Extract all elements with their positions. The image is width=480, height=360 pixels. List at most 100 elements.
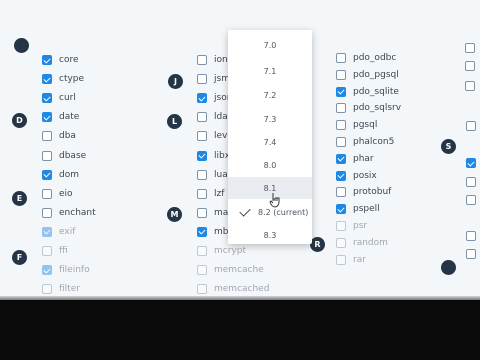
extension-item[interactable]: rar	[336, 252, 366, 268]
extension-checkbox[interactable]	[197, 55, 207, 65]
extension-item[interactable]: memcache	[197, 262, 264, 278]
extension-label: fileinfo	[59, 265, 90, 276]
extension-label: mcrypt	[214, 246, 246, 256]
extension-checkbox[interactable]	[336, 170, 346, 181]
extension-checkbox[interactable]	[197, 265, 207, 276]
version-option[interactable]: 7.0	[228, 34, 312, 56]
hand-pointer-icon	[269, 193, 280, 208]
group-letter-d: D	[12, 113, 27, 128]
extension-checkbox[interactable]	[336, 221, 346, 231]
extension-checkbox[interactable]	[336, 120, 346, 131]
extension-checkbox[interactable]	[197, 284, 207, 295]
extension-checkbox[interactable]	[336, 86, 346, 97]
extension-label: protobuf	[353, 187, 392, 198]
screen: D E F core ctype curl date dba dbase dom eio enc…	[0, 0, 480, 308]
group-letter-s: S	[441, 139, 456, 154]
extension-item[interactable]: ffi	[42, 243, 68, 259]
extension-label: dba	[59, 131, 76, 142]
extension-checkbox[interactable]	[197, 207, 207, 218]
version-option[interactable]: 7.1	[228, 60, 312, 82]
extension-item[interactable]: enchant	[42, 205, 96, 221]
extension-checkbox[interactable]	[336, 153, 346, 164]
extension-item[interactable]: date	[42, 109, 79, 125]
extension-checkbox[interactable]	[42, 93, 52, 104]
extension-checkbox[interactable]	[336, 254, 346, 265]
extension-label: core	[59, 55, 79, 65]
extension-item[interactable]: psr	[336, 218, 367, 234]
extension-checkbox[interactable]	[336, 53, 346, 63]
checkbox[interactable]	[466, 249, 476, 259]
extension-item[interactable]: filter	[42, 281, 80, 297]
extension-item[interactable]: lzf	[197, 186, 224, 202]
checkbox[interactable]	[466, 231, 476, 241]
extension-checkbox[interactable]	[336, 187, 346, 198]
extension-item[interactable]: pdo_sqlsrv	[336, 100, 401, 116]
extension-checkbox[interactable]	[197, 169, 207, 180]
extension-item[interactable]: dba	[42, 128, 76, 144]
extension-checkbox[interactable]	[336, 237, 346, 248]
version-option[interactable]: 8.0	[228, 154, 312, 176]
version-option[interactable]: 7.2	[228, 84, 312, 106]
extension-item[interactable]: ctype	[42, 71, 84, 87]
checkbox[interactable]	[466, 158, 476, 168]
extension-checkbox[interactable]	[197, 188, 207, 199]
extension-item[interactable]: pgsql	[336, 117, 377, 133]
extension-item[interactable]: pdo_sqlite	[336, 84, 399, 100]
extension-checkbox[interactable]	[197, 74, 207, 85]
extension-checkbox[interactable]	[197, 246, 207, 256]
extension-checkbox[interactable]	[42, 150, 52, 161]
extension-item[interactable]: dbase	[42, 148, 86, 164]
group-letter-j: J	[168, 74, 183, 89]
checkbox[interactable]	[466, 177, 476, 187]
extension-checkbox[interactable]	[42, 169, 52, 180]
version-option[interactable]: 7.3	[228, 108, 312, 130]
checkbox[interactable]	[465, 61, 475, 71]
extension-label: pgsql	[353, 120, 378, 131]
extension-item[interactable]: curl	[42, 90, 76, 106]
checkbox[interactable]	[465, 43, 475, 53]
extension-item[interactable]: fileinfo	[42, 262, 90, 278]
extension-item[interactable]: random	[336, 235, 388, 251]
extension-item[interactable]: pspell	[336, 201, 380, 217]
php-version-dropdown[interactable]: 7.0 7.1 7.2 7.3 7.4 8.0 8.1 8.2 (current…	[228, 30, 312, 244]
extension-checkbox[interactable]	[42, 284, 52, 295]
checkbox[interactable]	[466, 121, 476, 131]
extension-item[interactable]: pdo_odbc	[336, 50, 396, 66]
checkbox[interactable]	[466, 195, 476, 205]
extension-checkbox[interactable]	[336, 137, 346, 147]
extension-item[interactable]: dom	[42, 167, 79, 183]
extension-checkbox[interactable]	[197, 93, 207, 104]
extension-checkbox[interactable]	[42, 246, 52, 256]
extension-item[interactable]: pdo_pgsql	[336, 67, 399, 83]
extension-label: pspell	[353, 204, 380, 215]
extension-item[interactable]: phar	[336, 151, 374, 167]
group-letter-m: M	[167, 207, 182, 222]
extension-item[interactable]: posix	[336, 168, 377, 184]
version-option[interactable]: 8.3	[228, 224, 312, 246]
extension-checkbox[interactable]	[42, 55, 52, 65]
extension-checkbox[interactable]	[197, 226, 207, 237]
extension-checkbox[interactable]	[336, 103, 346, 114]
extension-checkbox[interactable]	[197, 150, 207, 161]
extension-item[interactable]: eio	[42, 186, 73, 202]
extension-label: exif	[59, 226, 76, 237]
extension-checkbox[interactable]	[197, 112, 207, 123]
extension-checkbox[interactable]	[42, 226, 52, 237]
extension-checkbox[interactable]	[42, 265, 52, 276]
extension-checkbox[interactable]	[42, 188, 52, 199]
version-option[interactable]: 7.4	[228, 131, 312, 153]
extension-item[interactable]: memcached	[197, 281, 269, 297]
extension-item[interactable]: protobuf	[336, 184, 391, 200]
extension-item[interactable]: phalcon5	[336, 134, 394, 150]
extension-checkbox[interactable]	[336, 204, 346, 215]
extension-checkbox[interactable]	[336, 69, 346, 80]
extension-item[interactable]: core	[42, 52, 79, 68]
extension-checkbox[interactable]	[197, 131, 207, 142]
extension-checkbox[interactable]	[42, 207, 52, 218]
extension-item[interactable]: exif	[42, 224, 75, 240]
group-letter-e: E	[12, 191, 27, 206]
extension-checkbox[interactable]	[42, 131, 52, 142]
extension-checkbox[interactable]	[42, 112, 52, 123]
extension-checkbox[interactable]	[42, 74, 52, 85]
checkbox[interactable]	[465, 81, 475, 91]
